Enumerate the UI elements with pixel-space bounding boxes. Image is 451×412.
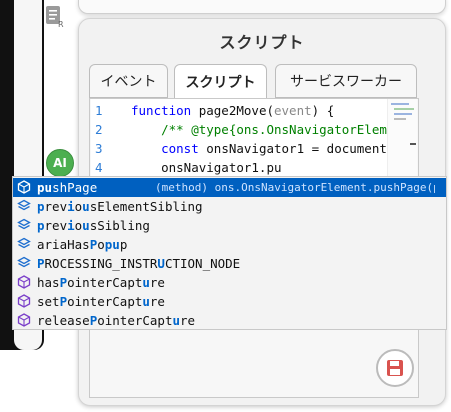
suggestion-label-part: ointerCapt [97,313,173,328]
save-button[interactable] [376,349,414,387]
code-token: /** @type{ons.OnsNavigatorElemen [131,122,402,137]
suggestion-label-part: ROCESSING_INSTR [44,256,158,271]
suggestion-label: releasePointerCapture [37,311,195,330]
suggestion-label-part: p [37,218,45,233]
code-line[interactable]: 4 onsNavigator1.pu [91,158,417,177]
suggestion-label: ariaHasPopup [37,235,127,254]
suggestion-label-part: o [97,237,105,252]
suggestion-item[interactable]: pushPage (method) ons.OnsNavigatorElement… [13,178,446,197]
suggestion-label-part: u [172,313,181,328]
upper-panel-edge [78,0,446,14]
method-icon [17,294,31,308]
suggestion-item[interactable]: releasePointerCapture [13,311,446,330]
code-token: event [274,103,312,118]
suggestion-label-part: set [37,294,60,309]
suggestion-label-part: U [157,256,165,271]
document-icon[interactable]: R [44,4,68,29]
method-icon [17,275,31,289]
suggestion-label-part: sElementSibling [89,199,203,214]
code-text: function page2Move(event) { [131,101,334,120]
suggestion-label-part: re [180,313,196,328]
suggestion-label-part: ointerCapt [67,275,143,290]
code-text: const onsNavigator1 = document.g [131,139,402,158]
suggestion-label-part: ariaHas [37,237,90,252]
code-token: onsNavigator1 = document.g [206,141,402,156]
property-icon [17,256,31,270]
suggestion-label-part: u [82,218,90,233]
code-token: page2Move( [198,103,274,118]
suggestion-label: pushPage [37,178,97,197]
suggestion-label-part: P [59,294,68,309]
suggestion-label-part: release [37,313,90,328]
suggestion-label: setPointerCapture [37,292,165,311]
suggestion-detail: (method) ons.OnsNavigatorElement.pushPag… [155,181,435,194]
code-line[interactable]: 1 function page2Move(event) { [91,101,417,120]
suggestion-label-part: P [37,256,45,271]
suggestion-label-part: ointerCapt [67,294,143,309]
line-number: 1 [95,103,103,118]
suggestion-label-part: P [59,275,68,290]
tab-event[interactable]: イベント [89,64,168,98]
method-icon [17,180,31,194]
suggestion-label-part: u [142,275,150,290]
suggestion-label-part: pu [37,180,53,195]
suggestion-label-part: has [37,275,60,290]
suggestion-item[interactable]: ariaHasPopup [13,235,446,254]
suggestion-label-part: u [142,294,150,309]
suggestion-label-part: re [149,275,165,290]
ai-assist-badge[interactable]: AI [46,149,74,177]
suggestion-label-part: shPage [52,180,98,195]
property-icon [17,218,31,232]
suggestion-label-part: p [119,237,128,252]
suggestion-label: previousElementSibling [37,197,203,216]
property-icon [17,199,31,213]
line-number: 3 [95,141,103,156]
suggestion-label-part: rev [44,199,68,214]
line-number: 2 [95,122,103,137]
line-number: 4 [95,160,103,175]
suggestion-item[interactable]: setPointerCapture [13,292,446,311]
code-text: onsNavigator1.pu [131,158,282,177]
suggestion-label-part: sSibling [89,218,150,233]
code-line[interactable]: 2 /** @type{ons.OnsNavigatorElemen [91,120,417,139]
suggestion-label: hasPointerCapture [37,273,165,292]
code-text: /** @type{ons.OnsNavigatorElemen [131,120,402,139]
tab-service-worker[interactable]: サービスワーカー [275,64,417,98]
suggestion-label: previousSibling [37,216,150,235]
suggestion-label-part: CTION_NODE [164,256,241,271]
suggestion-item[interactable]: hasPointerCapture [13,273,446,292]
code-token: function [131,103,199,118]
code-token: const [131,141,207,156]
save-icon [387,360,403,376]
suggestion-label: PROCESSING_INSTRUCTION_NODE [37,254,240,273]
suggestion-label-part: i [67,218,75,233]
autocomplete-dropdown[interactable]: pushPage (method) ons.OnsNavigatorElement… [12,176,447,330]
panel-title: スクリプト [219,33,305,52]
suggestion-item[interactable]: previousElementSibling [13,197,446,216]
property-icon [17,237,31,251]
code-token: onsNavigator1.pu [131,160,282,175]
svg-text:R: R [58,20,64,28]
suggestion-label-part: u [112,237,120,252]
code-line[interactable]: 3 const onsNavigator1 = document.g [91,139,417,158]
suggestion-item[interactable]: PROCESSING_INSTRUCTION_NODE [13,254,446,273]
suggestion-label-part: i [67,199,75,214]
tab-script[interactable]: スクリプト [174,64,267,99]
suggestion-label-part: u [82,199,90,214]
suggestion-label-part: p [37,199,45,214]
suggestion-label-part: re [149,294,165,309]
code-token: ) { [311,103,335,118]
suggestion-label-part: rev [44,218,68,233]
suggestion-item[interactable]: previousSibling [13,216,446,235]
method-icon [17,313,31,327]
